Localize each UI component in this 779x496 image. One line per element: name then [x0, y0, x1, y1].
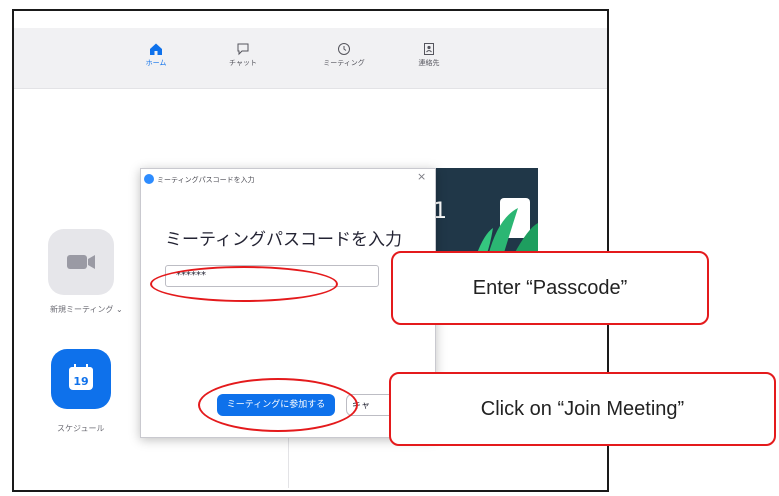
nav-chat[interactable]: チャット — [213, 42, 273, 68]
clock-icon — [338, 43, 350, 55]
nav-meeting-label: ミーティング — [323, 59, 365, 67]
join-highlight-ellipse — [198, 378, 358, 432]
nav-home-label: ホーム — [145, 59, 167, 67]
dialog-title: ミーティングパスコードを入力 — [157, 176, 255, 184]
calendar-day: 19 — [73, 375, 89, 388]
top-nav-bar: ホーム チャット ミーティング 連絡先 — [14, 28, 607, 89]
dialog-heading: ミーティングパスコードを入力 — [165, 230, 402, 250]
close-icon[interactable]: × — [417, 170, 426, 183]
chat-icon — [237, 43, 249, 56]
join-meeting-callout: Click on “Join Meeting” — [389, 372, 776, 446]
enter-passcode-callout: Enter “Passcode” — [391, 251, 709, 325]
nav-contacts[interactable]: 連絡先 — [399, 42, 459, 68]
video-camera-icon — [67, 255, 95, 269]
nav-meeting[interactable]: ミーティング — [314, 42, 374, 68]
contacts-icon — [424, 43, 434, 55]
new-meeting-button[interactable] — [48, 229, 114, 295]
nav-chat-label: チャット — [229, 59, 257, 67]
nav-contacts-label: 連絡先 — [418, 59, 440, 67]
nav-home[interactable]: ホーム — [126, 42, 186, 68]
schedule-label: スケジュール — [57, 424, 105, 433]
home-icon — [150, 43, 162, 55]
passcode-highlight-ellipse — [150, 266, 338, 302]
zoom-logo-icon — [144, 174, 154, 184]
schedule-button[interactable]: 19 — [51, 349, 111, 409]
new-meeting-label: 新規ミーティング ⌄ — [50, 305, 123, 314]
